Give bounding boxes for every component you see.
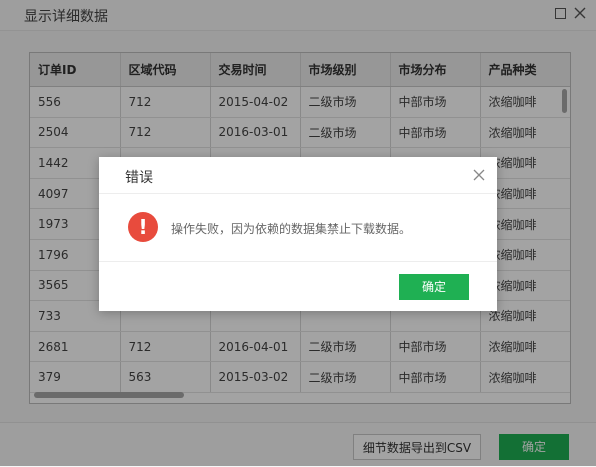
dialog-ok-button[interactable]: 确定 — [399, 274, 469, 300]
dialog-footer: 确定 — [99, 261, 497, 312]
error-dialog: 错误 ! 操作失败，因为依赖的数据集禁止下载数据。 确定 — [99, 157, 497, 311]
error-icon: ! — [128, 212, 158, 242]
dialog-message: 操作失败，因为依赖的数据集禁止下载数据。 — [171, 222, 412, 236]
close-icon[interactable] — [473, 169, 485, 181]
dialog-title: 错误 — [125, 170, 153, 186]
dialog-header: 错误 — [99, 157, 497, 194]
